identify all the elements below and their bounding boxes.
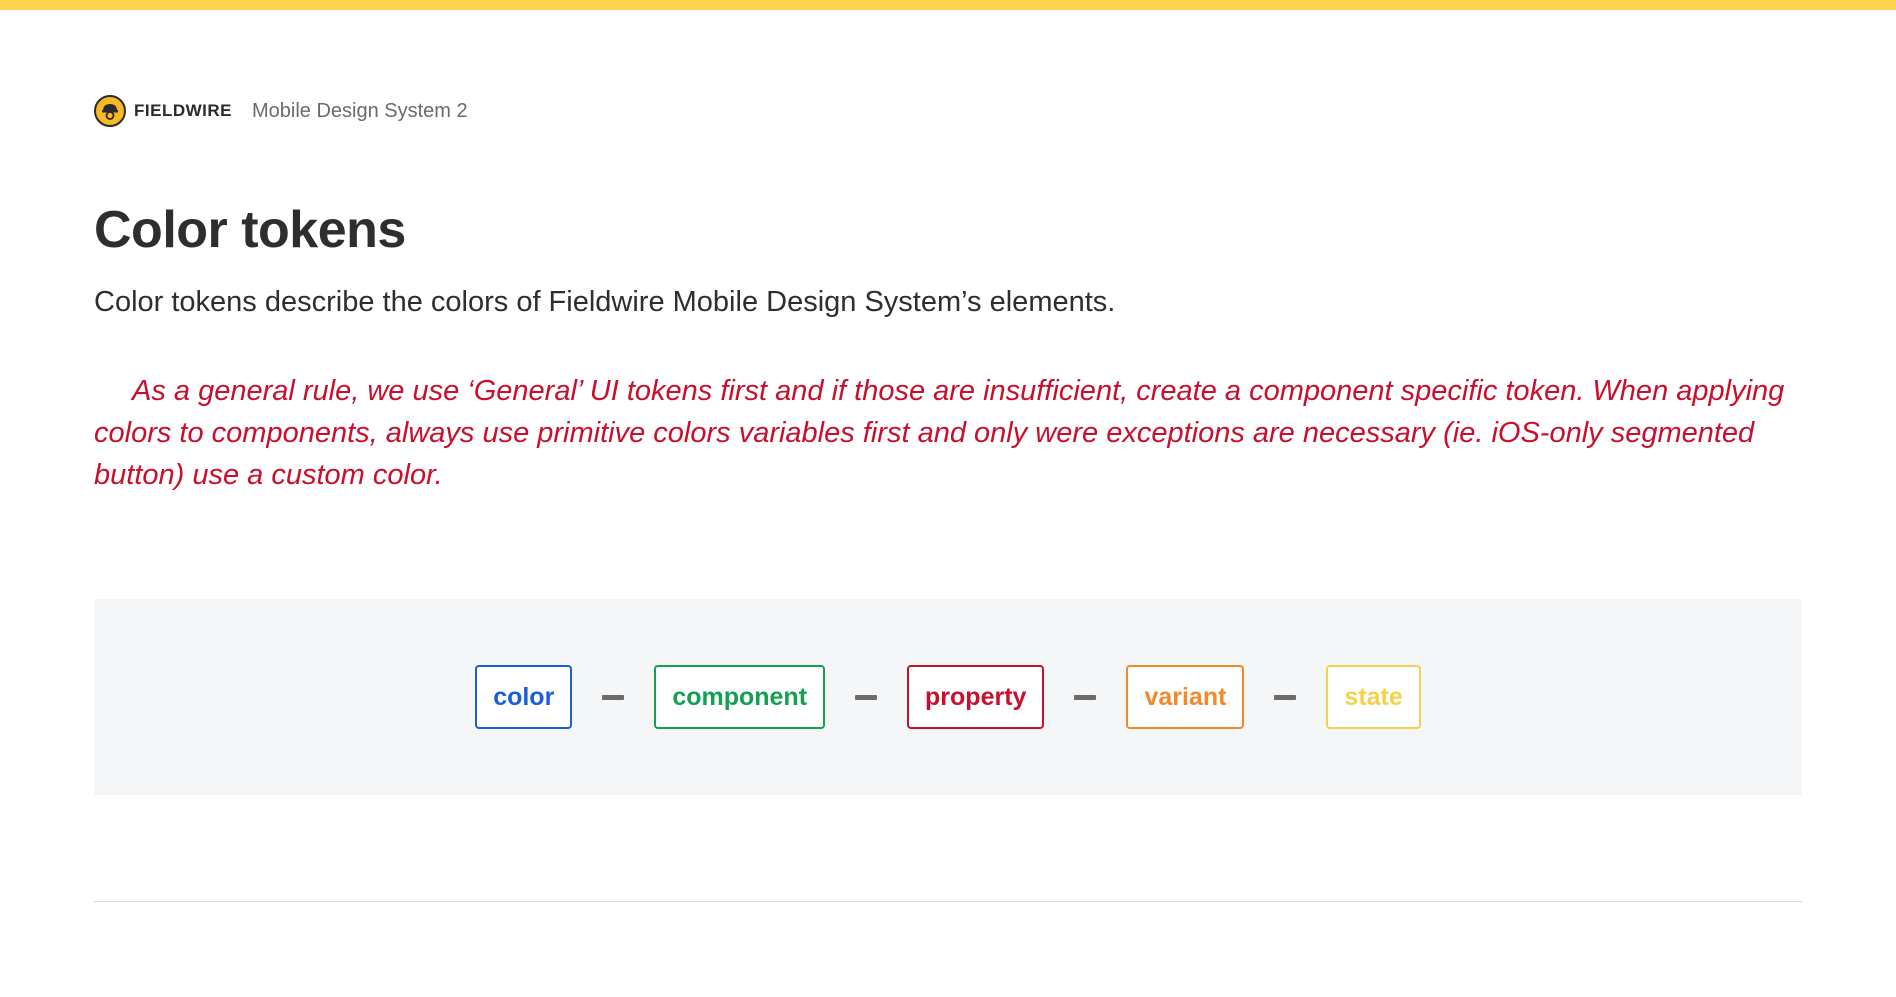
section-divider [94,901,1802,902]
token-anatomy-row: color component property variant state [475,665,1421,729]
token-property: property [907,665,1045,729]
rule-note: As a general rule, we use ‘General’ UI t… [94,375,1785,491]
top-accent-bar [0,0,1896,10]
document-header: FIELDWIRE Mobile Design System 2 [94,94,468,128]
brand-name: FIELDWIRE [134,101,232,120]
worker-helmet-icon [102,104,118,120]
token-component: component [654,665,826,729]
fieldwire-logo-icon [94,95,126,127]
dash-separator-icon [602,694,625,700]
token-state: state [1326,665,1421,729]
token-anatomy-panel: color component property variant state [94,599,1802,795]
token-variant: variant [1126,665,1245,729]
dash-separator-icon [855,694,878,700]
page-description: Color tokens describe the colors of Fiel… [94,286,1116,318]
document-subtitle: Mobile Design System 2 [252,99,468,122]
dash-separator-icon [1074,694,1097,700]
dash-separator-icon [1274,694,1297,700]
page-title: Color tokens [94,201,406,259]
token-color: color [475,665,573,729]
